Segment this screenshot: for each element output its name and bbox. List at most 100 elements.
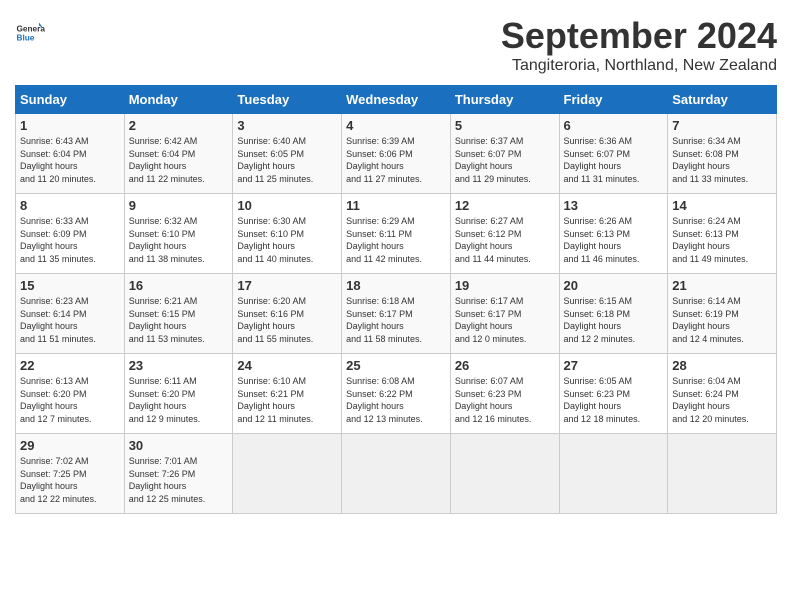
day-number: 12 bbox=[455, 198, 555, 213]
cell-info: Sunrise: 6:40 AM Sunset: 6:05 PM Dayligh… bbox=[237, 135, 337, 185]
cell-info: Sunrise: 6:33 AM Sunset: 6:09 PM Dayligh… bbox=[20, 215, 120, 265]
calendar-cell: 16 Sunrise: 6:21 AM Sunset: 6:15 PM Dayl… bbox=[124, 274, 233, 354]
cell-info: Sunrise: 6:23 AM Sunset: 6:14 PM Dayligh… bbox=[20, 295, 120, 345]
calendar-week-row: 22 Sunrise: 6:13 AM Sunset: 6:20 PM Dayl… bbox=[16, 354, 777, 434]
calendar-cell: 12 Sunrise: 6:27 AM Sunset: 6:12 PM Dayl… bbox=[450, 194, 559, 274]
calendar-cell: 21 Sunrise: 6:14 AM Sunset: 6:19 PM Dayl… bbox=[668, 274, 777, 354]
cell-info: Sunrise: 6:27 AM Sunset: 6:12 PM Dayligh… bbox=[455, 215, 555, 265]
day-number: 17 bbox=[237, 278, 337, 293]
calendar-table: SundayMondayTuesdayWednesdayThursdayFrid… bbox=[15, 85, 777, 514]
logo-icon: General Blue bbox=[15, 15, 45, 45]
day-number: 21 bbox=[672, 278, 772, 293]
calendar-week-row: 8 Sunrise: 6:33 AM Sunset: 6:09 PM Dayli… bbox=[16, 194, 777, 274]
svg-text:Blue: Blue bbox=[17, 34, 35, 43]
calendar-cell: 9 Sunrise: 6:32 AM Sunset: 6:10 PM Dayli… bbox=[124, 194, 233, 274]
cell-info: Sunrise: 6:39 AM Sunset: 6:06 PM Dayligh… bbox=[346, 135, 446, 185]
calendar-cell: 27 Sunrise: 6:05 AM Sunset: 6:23 PM Dayl… bbox=[559, 354, 668, 434]
calendar-cell: 29 Sunrise: 7:02 AM Sunset: 7:25 PM Dayl… bbox=[16, 434, 125, 514]
calendar-cell bbox=[233, 434, 342, 514]
calendar-week-row: 29 Sunrise: 7:02 AM Sunset: 7:25 PM Dayl… bbox=[16, 434, 777, 514]
day-number: 29 bbox=[20, 438, 120, 453]
cell-info: Sunrise: 6:10 AM Sunset: 6:21 PM Dayligh… bbox=[237, 375, 337, 425]
day-number: 16 bbox=[129, 278, 229, 293]
day-number: 19 bbox=[455, 278, 555, 293]
calendar-cell: 15 Sunrise: 6:23 AM Sunset: 6:14 PM Dayl… bbox=[16, 274, 125, 354]
weekday-header: Thursday bbox=[450, 86, 559, 114]
calendar-cell: 18 Sunrise: 6:18 AM Sunset: 6:17 PM Dayl… bbox=[342, 274, 451, 354]
day-number: 18 bbox=[346, 278, 446, 293]
calendar-cell: 5 Sunrise: 6:37 AM Sunset: 6:07 PM Dayli… bbox=[450, 114, 559, 194]
cell-info: Sunrise: 6:29 AM Sunset: 6:11 PM Dayligh… bbox=[346, 215, 446, 265]
calendar-cell bbox=[342, 434, 451, 514]
day-number: 2 bbox=[129, 118, 229, 133]
day-number: 9 bbox=[129, 198, 229, 213]
day-number: 8 bbox=[20, 198, 120, 213]
day-number: 3 bbox=[237, 118, 337, 133]
calendar-cell: 24 Sunrise: 6:10 AM Sunset: 6:21 PM Dayl… bbox=[233, 354, 342, 434]
day-number: 1 bbox=[20, 118, 120, 133]
calendar-cell: 11 Sunrise: 6:29 AM Sunset: 6:11 PM Dayl… bbox=[342, 194, 451, 274]
weekday-header-row: SundayMondayTuesdayWednesdayThursdayFrid… bbox=[16, 86, 777, 114]
cell-info: Sunrise: 6:08 AM Sunset: 6:22 PM Dayligh… bbox=[346, 375, 446, 425]
day-number: 6 bbox=[564, 118, 664, 133]
day-number: 23 bbox=[129, 358, 229, 373]
cell-info: Sunrise: 6:42 AM Sunset: 6:04 PM Dayligh… bbox=[129, 135, 229, 185]
calendar-cell: 19 Sunrise: 6:17 AM Sunset: 6:17 PM Dayl… bbox=[450, 274, 559, 354]
location-title: Tangiteroria, Northland, New Zealand bbox=[501, 57, 777, 75]
day-number: 28 bbox=[672, 358, 772, 373]
cell-info: Sunrise: 6:24 AM Sunset: 6:13 PM Dayligh… bbox=[672, 215, 772, 265]
calendar-week-row: 15 Sunrise: 6:23 AM Sunset: 6:14 PM Dayl… bbox=[16, 274, 777, 354]
day-number: 15 bbox=[20, 278, 120, 293]
calendar-cell bbox=[559, 434, 668, 514]
calendar-cell bbox=[450, 434, 559, 514]
cell-info: Sunrise: 6:43 AM Sunset: 6:04 PM Dayligh… bbox=[20, 135, 120, 185]
calendar-cell bbox=[668, 434, 777, 514]
day-number: 22 bbox=[20, 358, 120, 373]
cell-info: Sunrise: 6:11 AM Sunset: 6:20 PM Dayligh… bbox=[129, 375, 229, 425]
calendar-cell: 13 Sunrise: 6:26 AM Sunset: 6:13 PM Dayl… bbox=[559, 194, 668, 274]
cell-info: Sunrise: 6:13 AM Sunset: 6:20 PM Dayligh… bbox=[20, 375, 120, 425]
cell-info: Sunrise: 6:32 AM Sunset: 6:10 PM Dayligh… bbox=[129, 215, 229, 265]
cell-info: Sunrise: 6:15 AM Sunset: 6:18 PM Dayligh… bbox=[564, 295, 664, 345]
calendar-cell: 1 Sunrise: 6:43 AM Sunset: 6:04 PM Dayli… bbox=[16, 114, 125, 194]
title-area: September 2024 Tangiteroria, Northland, … bbox=[501, 15, 777, 75]
weekday-header: Tuesday bbox=[233, 86, 342, 114]
calendar-cell: 26 Sunrise: 6:07 AM Sunset: 6:23 PM Dayl… bbox=[450, 354, 559, 434]
calendar-cell: 17 Sunrise: 6:20 AM Sunset: 6:16 PM Dayl… bbox=[233, 274, 342, 354]
cell-info: Sunrise: 6:21 AM Sunset: 6:15 PM Dayligh… bbox=[129, 295, 229, 345]
day-number: 20 bbox=[564, 278, 664, 293]
cell-info: Sunrise: 6:36 AM Sunset: 6:07 PM Dayligh… bbox=[564, 135, 664, 185]
cell-info: Sunrise: 6:14 AM Sunset: 6:19 PM Dayligh… bbox=[672, 295, 772, 345]
calendar-cell: 20 Sunrise: 6:15 AM Sunset: 6:18 PM Dayl… bbox=[559, 274, 668, 354]
cell-info: Sunrise: 6:37 AM Sunset: 6:07 PM Dayligh… bbox=[455, 135, 555, 185]
day-number: 13 bbox=[564, 198, 664, 213]
day-number: 11 bbox=[346, 198, 446, 213]
cell-info: Sunrise: 6:04 AM Sunset: 6:24 PM Dayligh… bbox=[672, 375, 772, 425]
calendar-cell: 28 Sunrise: 6:04 AM Sunset: 6:24 PM Dayl… bbox=[668, 354, 777, 434]
cell-info: Sunrise: 6:34 AM Sunset: 6:08 PM Dayligh… bbox=[672, 135, 772, 185]
calendar-cell: 3 Sunrise: 6:40 AM Sunset: 6:05 PM Dayli… bbox=[233, 114, 342, 194]
calendar-cell: 14 Sunrise: 6:24 AM Sunset: 6:13 PM Dayl… bbox=[668, 194, 777, 274]
weekday-header: Saturday bbox=[668, 86, 777, 114]
weekday-header: Monday bbox=[124, 86, 233, 114]
cell-info: Sunrise: 6:05 AM Sunset: 6:23 PM Dayligh… bbox=[564, 375, 664, 425]
day-number: 5 bbox=[455, 118, 555, 133]
calendar-cell: 10 Sunrise: 6:30 AM Sunset: 6:10 PM Dayl… bbox=[233, 194, 342, 274]
calendar-cell: 8 Sunrise: 6:33 AM Sunset: 6:09 PM Dayli… bbox=[16, 194, 125, 274]
day-number: 4 bbox=[346, 118, 446, 133]
cell-info: Sunrise: 6:07 AM Sunset: 6:23 PM Dayligh… bbox=[455, 375, 555, 425]
day-number: 24 bbox=[237, 358, 337, 373]
calendar-cell: 4 Sunrise: 6:39 AM Sunset: 6:06 PM Dayli… bbox=[342, 114, 451, 194]
day-number: 30 bbox=[129, 438, 229, 453]
day-number: 26 bbox=[455, 358, 555, 373]
calendar-cell: 2 Sunrise: 6:42 AM Sunset: 6:04 PM Dayli… bbox=[124, 114, 233, 194]
cell-info: Sunrise: 7:02 AM Sunset: 7:25 PM Dayligh… bbox=[20, 455, 120, 505]
cell-info: Sunrise: 6:17 AM Sunset: 6:17 PM Dayligh… bbox=[455, 295, 555, 345]
calendar-cell: 6 Sunrise: 6:36 AM Sunset: 6:07 PM Dayli… bbox=[559, 114, 668, 194]
day-number: 27 bbox=[564, 358, 664, 373]
day-number: 25 bbox=[346, 358, 446, 373]
cell-info: Sunrise: 6:30 AM Sunset: 6:10 PM Dayligh… bbox=[237, 215, 337, 265]
calendar-cell: 23 Sunrise: 6:11 AM Sunset: 6:20 PM Dayl… bbox=[124, 354, 233, 434]
weekday-header: Wednesday bbox=[342, 86, 451, 114]
day-number: 10 bbox=[237, 198, 337, 213]
